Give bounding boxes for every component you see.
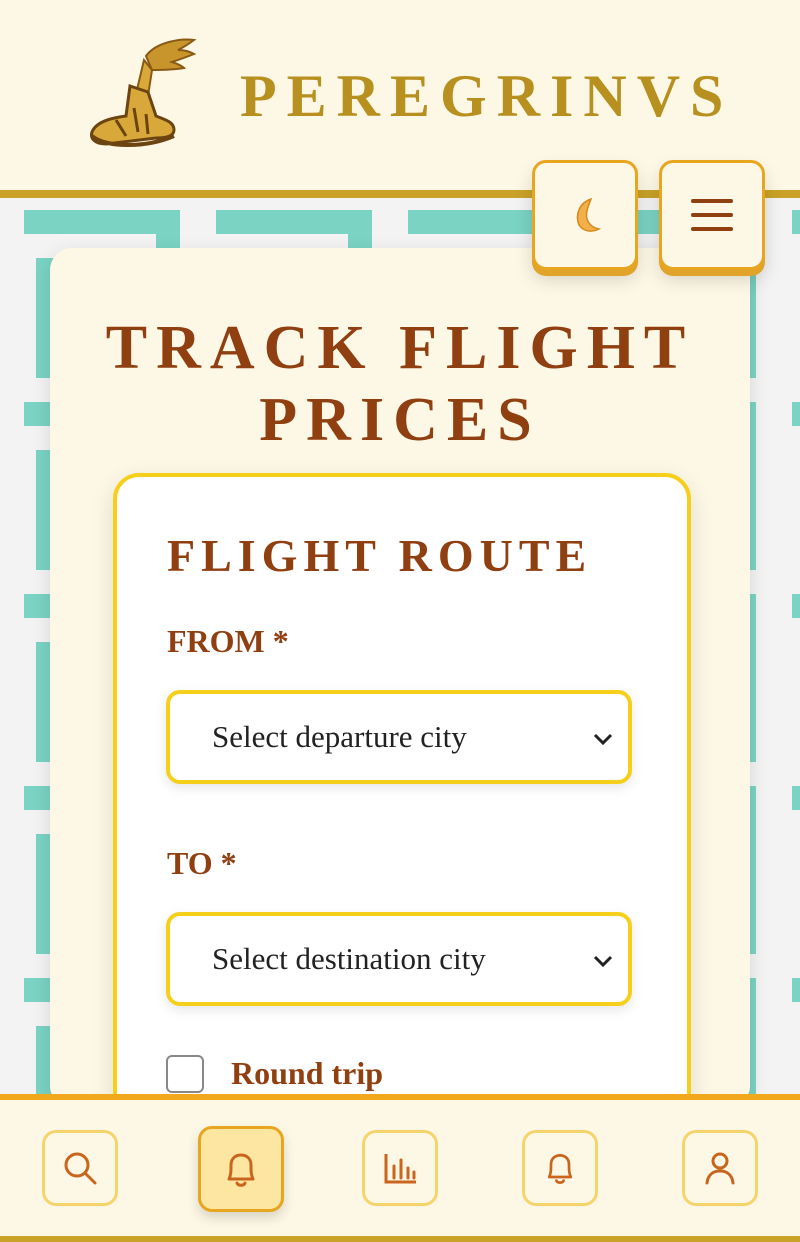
- user-icon: [705, 1152, 735, 1185]
- menu-button[interactable]: [659, 160, 765, 270]
- bell-icon: [227, 1153, 255, 1187]
- bottom-navigation: [0, 1094, 800, 1242]
- nav-alerts-button[interactable]: [198, 1126, 284, 1212]
- nav-notifications-button[interactable]: [522, 1130, 598, 1206]
- flight-route-panel: FLIGHT ROUTE FROM * Select departure cit…: [113, 473, 691, 1161]
- hamburger-menu-icon: [691, 199, 733, 231]
- chevron-down-icon: [593, 733, 613, 746]
- brand-name: PEREGRINVS: [240, 63, 734, 129]
- from-select-value: Select departure city: [212, 719, 467, 754]
- from-label: FROM *: [167, 623, 289, 659]
- moon-icon: [576, 197, 602, 232]
- nav-charts-button[interactable]: [362, 1130, 438, 1206]
- winged-sandal-logo: [90, 38, 197, 147]
- to-label: TO *: [167, 845, 237, 881]
- round-trip-checkbox[interactable]: [166, 1055, 204, 1093]
- to-select[interactable]: Select destination city: [166, 912, 632, 1006]
- bell-icon: [547, 1154, 573, 1184]
- from-select[interactable]: Select departure city: [166, 690, 632, 784]
- round-trip-label[interactable]: Round trip: [231, 1055, 383, 1092]
- nav-profile-button[interactable]: [682, 1130, 758, 1206]
- search-icon: [64, 1152, 97, 1185]
- page-title: TRACK FLIGHT PRICES: [105, 314, 695, 454]
- theme-toggle-button[interactable]: [532, 160, 638, 270]
- chevron-down-icon: [593, 955, 613, 968]
- section-title: FLIGHT ROUTE: [167, 530, 593, 581]
- to-select-value: Select destination city: [212, 941, 486, 976]
- nav-search-button[interactable]: [42, 1130, 118, 1206]
- bar-chart-icon: [384, 1154, 416, 1184]
